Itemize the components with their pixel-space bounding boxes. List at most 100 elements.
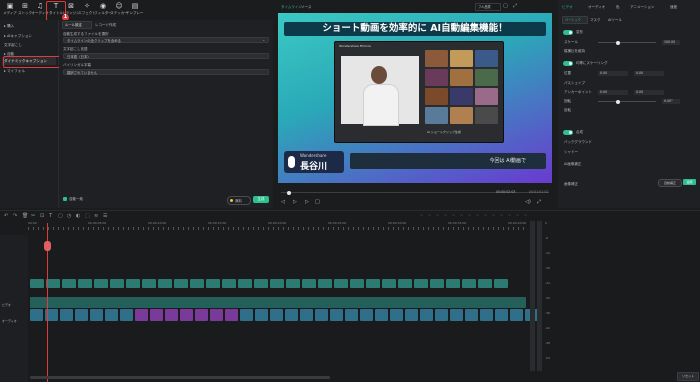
timeline-clip[interactable]	[222, 279, 236, 288]
timeline-clip[interactable]	[446, 279, 460, 288]
value-slider[interactable]	[598, 40, 656, 45]
fit-icon[interactable]: ⤢	[513, 3, 517, 9]
timeline-tool-icon[interactable]: ◦	[428, 213, 431, 219]
timeline-clip[interactable]	[286, 279, 300, 288]
timeline-clip[interactable]	[110, 279, 124, 288]
snapshot-icon[interactable]: ▢	[503, 3, 508, 9]
timeline-tool-icon[interactable]: ☰	[103, 213, 107, 219]
timeline-clip[interactable]	[420, 309, 433, 321]
timeline-tool-icon[interactable]: ◷	[67, 213, 71, 219]
playhead[interactable]	[44, 223, 51, 382]
play-icon[interactable]: ▷	[293, 199, 297, 205]
position-y-field[interactable]: 0.00	[634, 71, 664, 76]
section-toggle[interactable]	[563, 60, 573, 66]
source-select[interactable]: タイムラインの全クリップを含める	[63, 37, 269, 43]
timeline-clip[interactable]	[180, 309, 193, 321]
quality-select[interactable]: フル品質	[475, 3, 501, 11]
value-slider[interactable]	[598, 99, 656, 104]
fullscreen-icon[interactable]: ⤢	[537, 199, 541, 205]
player-tab-timeline[interactable]: タイムライン	[281, 5, 302, 10]
section-toggle[interactable]	[563, 29, 573, 35]
value-field[interactable]: 0.00°	[662, 99, 680, 104]
timeline-clip[interactable]	[75, 309, 88, 321]
timeline-tool-icon[interactable]: ◦	[468, 213, 471, 219]
timeline-tool-icon[interactable]: ↶	[4, 213, 8, 219]
timeline-clip[interactable]	[315, 309, 328, 321]
prev-frame-icon[interactable]: ◁	[281, 199, 285, 205]
timeline-tool-icon[interactable]: ⬚	[85, 213, 90, 219]
timeline-tool-icon[interactable]: ◐	[76, 213, 80, 219]
timeline-clip[interactable]	[60, 309, 73, 321]
timeline-tool-icon[interactable]: ◦	[492, 213, 495, 219]
timeline-clip[interactable]	[174, 279, 188, 288]
timeline-clip[interactable]	[190, 279, 204, 288]
timeline-clip[interactable]	[366, 279, 380, 288]
timeline-tool-icon[interactable]: ✂	[31, 213, 35, 219]
stop-icon[interactable]: □	[315, 199, 320, 205]
timeline-tool-icon[interactable]: ◦	[484, 213, 487, 219]
timeline-clip[interactable]	[390, 309, 403, 321]
timeline-clip[interactable]	[414, 279, 428, 288]
timeline-clip[interactable]	[142, 279, 156, 288]
video-preview[interactable]: ショート動画を効率的に AI自動編集機能！ Wondershare Filmor…	[278, 13, 552, 183]
timeline-clip[interactable]	[398, 279, 412, 288]
settings-tab-record[interactable]: レコード作成	[95, 23, 116, 28]
timeline-clip[interactable]	[300, 309, 313, 321]
timeline-tool-icon[interactable]: ◦	[508, 213, 511, 219]
scrubber-knob[interactable]	[287, 190, 291, 195]
playhead-handle[interactable]	[44, 241, 51, 251]
apply-button[interactable]: 適用	[683, 179, 696, 185]
timeline-tool-icon[interactable]: T	[49, 213, 52, 219]
timeline-clip[interactable]	[430, 279, 444, 288]
timeline-clip[interactable]	[330, 309, 343, 321]
timeline-clip[interactable]	[120, 309, 133, 321]
timeline-clip[interactable]	[78, 279, 92, 288]
timeline-tool-icon[interactable]: ◦	[460, 213, 463, 219]
timeline-tool-icon[interactable]: ⊡	[40, 213, 44, 219]
inspector-tab[interactable]: オーディオ	[588, 5, 605, 10]
timeline-clip[interactable]	[165, 309, 178, 321]
timeline-tool-icon[interactable]: ◦	[500, 213, 503, 219]
timeline-clip[interactable]	[478, 279, 492, 288]
position-x-field[interactable]: 0.00	[598, 71, 628, 76]
timeline-clip[interactable]	[360, 309, 373, 321]
slider-knob[interactable]	[616, 99, 620, 104]
position-y-field[interactable]: 0.00	[634, 90, 664, 95]
timeline-tool-icon[interactable]: ◦	[476, 213, 479, 219]
timeline-clip[interactable]	[135, 309, 148, 321]
timeline-clip[interactable]	[46, 279, 60, 288]
timeline-scrollbar[interactable]	[30, 376, 330, 379]
timeline-clip[interactable]	[62, 279, 76, 288]
timeline-clip[interactable]	[240, 309, 253, 321]
timeline-tool-icon[interactable]: 🗑	[22, 213, 28, 219]
timeline-clip[interactable]	[225, 309, 238, 321]
timeline-clip[interactable]	[254, 279, 268, 288]
timeline-tool-icon[interactable]: ◦	[452, 213, 455, 219]
timeline-clip[interactable]	[94, 279, 108, 288]
timeline-clip[interactable]	[375, 309, 388, 321]
toolbar-template-button[interactable]: ▤テンプレート	[126, 2, 144, 18]
timeline-clip[interactable]	[350, 279, 364, 288]
timeline-clip[interactable]	[30, 309, 43, 321]
timeline-clip[interactable]	[150, 309, 163, 321]
player-tab-source[interactable]: ソース	[301, 5, 311, 10]
timeline-tool-icon[interactable]: ▢	[58, 213, 63, 219]
timeline-clip[interactable]	[126, 279, 140, 288]
timeline-clip[interactable]	[285, 309, 298, 321]
sidebar-item-ai-caption[interactable]: ▸ AIキャプション	[4, 34, 32, 39]
timeline-clip[interactable]	[30, 279, 44, 288]
timeline-clip[interactable]	[405, 309, 418, 321]
timeline-clip[interactable]	[302, 279, 316, 288]
timeline-clip[interactable]	[510, 309, 523, 321]
timeline-clip[interactable]	[270, 279, 284, 288]
timeline-clip[interactable]	[105, 309, 118, 321]
timeline-clip[interactable]	[255, 309, 268, 321]
next-frame-icon[interactable]: ▷	[305, 199, 309, 205]
timeline-ruler[interactable]: 00:00 00:00:05:00 00:00:10:00 00:00:15:00 00…	[28, 221, 526, 235]
timeline-tool-icon[interactable]: ↷	[13, 213, 17, 219]
sidebar-item-purchase[interactable]: ▸ 購入	[4, 24, 14, 29]
timeline-clip[interactable]	[195, 309, 208, 321]
timeline-clip[interactable]	[462, 279, 476, 288]
bilingual-select[interactable]: 翻訳されていません	[63, 69, 269, 75]
value-field[interactable]: 100.00	[662, 40, 680, 45]
